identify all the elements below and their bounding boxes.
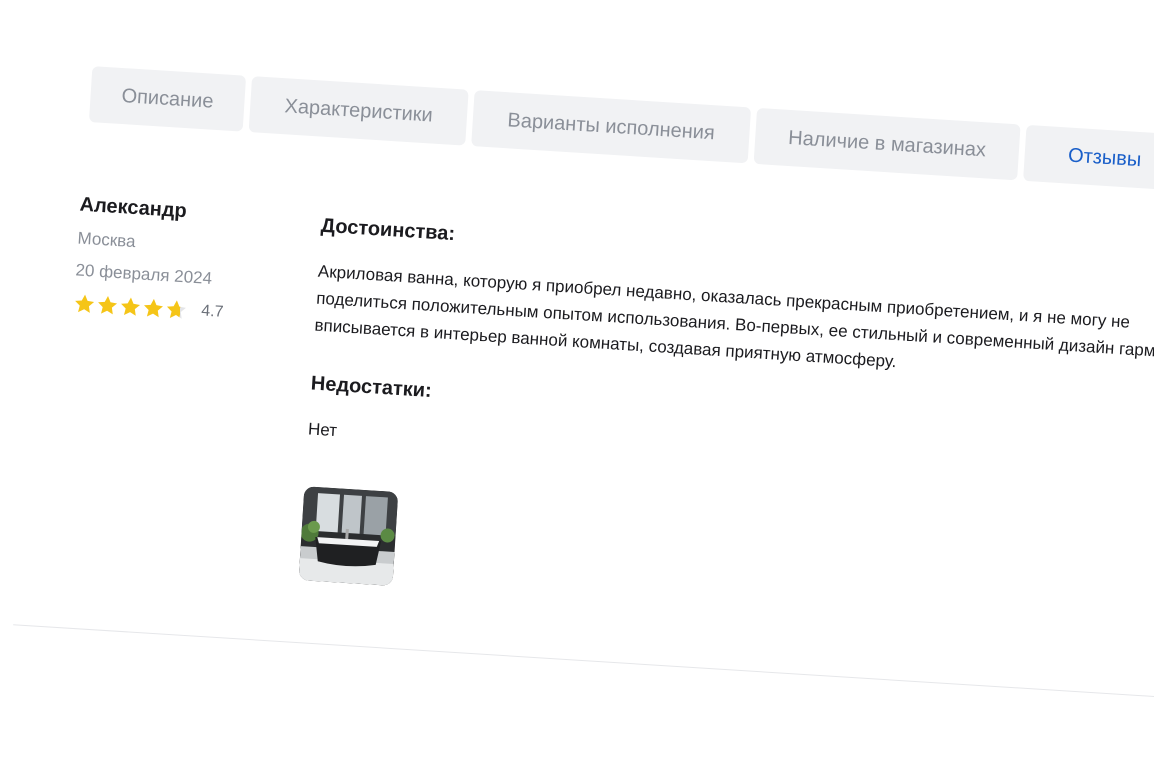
tab-store-availability[interactable]: Наличие в магазинах [753, 107, 1021, 181]
reviewer-name: Александр [79, 193, 188, 223]
star-icon [142, 297, 165, 320]
tab-variants[interactable]: Варианты исполнения [471, 90, 752, 164]
product-tabs: Описание Характеристики Варианты исполне… [88, 66, 1154, 191]
rating-stars [73, 292, 188, 321]
star-icon [96, 294, 119, 317]
page: Описание Характеристики Варианты исполне… [0, 0, 1154, 778]
review-photo-thumbnail[interactable] [298, 486, 399, 586]
tab-characteristics[interactable]: Характеристики [248, 76, 469, 146]
tab-reviews[interactable]: Отзывы [1023, 124, 1154, 191]
bathtub-photo-image [298, 486, 399, 586]
review-rating: 4.7 [73, 292, 254, 325]
rating-value: 4.7 [200, 302, 225, 321]
section-divider [13, 624, 1154, 707]
review-body: Достоинства: Акриловая ванна, которую я … [298, 215, 1154, 637]
tab-description[interactable]: Описание [88, 66, 247, 132]
star-icon [165, 298, 188, 321]
reviewer-city: Москва [77, 228, 137, 252]
review-date: 20 февраля 2024 [74, 260, 213, 288]
star-icon [119, 295, 142, 318]
star-icon [73, 292, 96, 315]
reviewer-info: Александр Москва 20 февраля 2024 4.7 [73, 194, 260, 326]
product-info-card: Описание Характеристики Варианты исполне… [13, 40, 1154, 717]
